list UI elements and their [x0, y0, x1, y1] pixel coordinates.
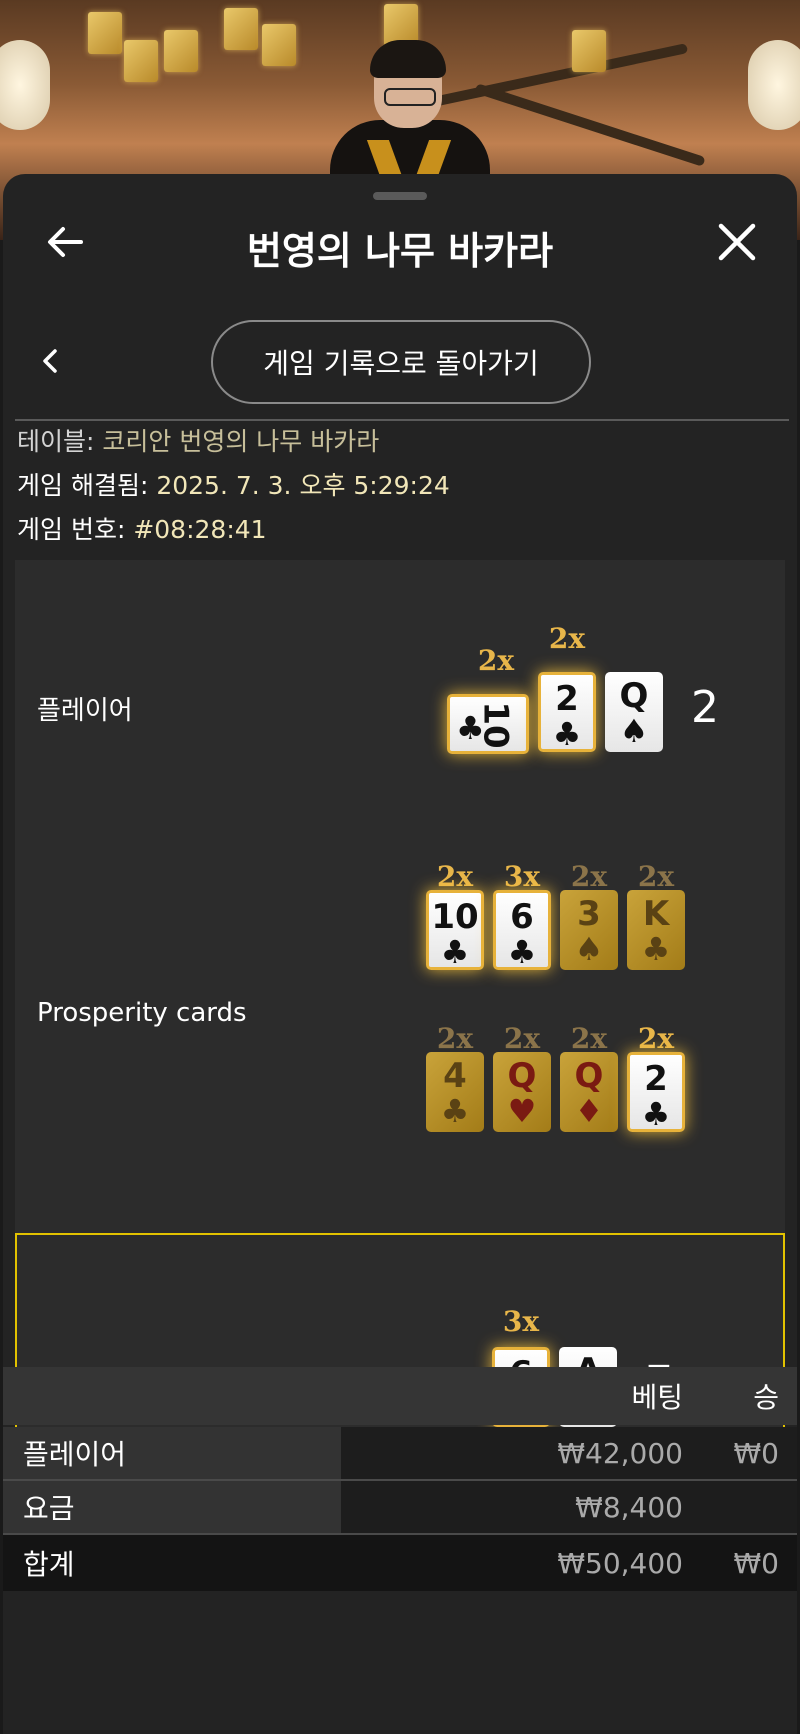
multiplier: 2x	[548, 622, 586, 655]
row-bet: ₩50,400	[557, 1546, 683, 1580]
row-label: 합계	[23, 1548, 75, 1581]
player-card-3: Q ♠	[605, 672, 663, 752]
row-label: 요금	[3, 1481, 341, 1533]
prosperity-label: Prosperity cards	[37, 998, 247, 1028]
card-suit: ♣	[641, 930, 671, 968]
row-win	[703, 1481, 779, 1533]
tree-branch	[474, 83, 706, 167]
info-resolved: 게임 해결됨: 2025. 7. 3. 오후 5:29:24	[17, 466, 450, 502]
info-game-number: 게임 번호: #08:28:41	[17, 510, 267, 546]
info-label: 테이블:	[17, 427, 95, 456]
multiplier: 2x	[477, 644, 515, 677]
dealer-hair	[370, 40, 446, 78]
card-suit: ♣	[440, 933, 470, 971]
close-icon[interactable]	[715, 220, 759, 264]
row-label: 플레이어	[3, 1427, 341, 1479]
card-rank: 10	[431, 897, 479, 937]
multiplier: 2x	[436, 1022, 474, 1055]
row-win: ₩0	[733, 1436, 780, 1470]
row-win: ₩0	[733, 1546, 780, 1580]
multiplier: 2x	[637, 860, 675, 893]
multiplier: 2x	[570, 1022, 608, 1055]
header-win: 승	[753, 1381, 779, 1414]
drag-handle[interactable]	[373, 192, 427, 200]
table-row-total: 합계 ₩50,400 ₩0	[3, 1535, 797, 1591]
table-row: 플레이어 ₩42,000 ₩0	[3, 1427, 797, 1479]
lantern-right	[748, 40, 800, 130]
dealer-glasses	[384, 88, 436, 106]
info-value: 코리안 번영의 나무 바카라	[102, 427, 380, 456]
gold-charm	[262, 24, 296, 66]
card-rank: 2	[644, 1059, 668, 1099]
gold-charm	[572, 30, 606, 72]
chevron-left-icon[interactable]	[37, 348, 63, 374]
info-label: 게임 해결됨:	[17, 471, 149, 500]
card-rank: K	[642, 894, 670, 934]
card-suit: ♦	[574, 1092, 604, 1130]
prosperity-card: 3 ♠	[560, 890, 618, 970]
card-suit: ♣	[641, 1095, 671, 1133]
prosperity-card: K ♣	[627, 890, 685, 970]
card-rank: 2	[555, 679, 579, 719]
multiplier: 2x	[436, 860, 474, 893]
prosperity-card: Q ♦	[560, 1052, 618, 1132]
divider	[15, 419, 789, 421]
lantern-left	[0, 40, 50, 130]
game-detail-sheet: 번영의 나무 바카라 게임 기록으로 돌아가기 테이블: 코리안 번영의 나무 …	[3, 174, 797, 1734]
row-bet: ₩8,400	[575, 1490, 683, 1524]
multiplier: 2x	[503, 1022, 541, 1055]
page-title: 번영의 나무 바카라	[246, 229, 554, 273]
back-to-history-button[interactable]: 게임 기록으로 돌아가기	[211, 320, 591, 404]
card-suit: ♣	[456, 709, 485, 747]
prosperity-card: 10 ♣	[426, 890, 484, 971]
multiplier: 3x	[502, 1305, 540, 1338]
header-bet: 베팅	[631, 1381, 683, 1414]
player-label: 플레이어	[37, 696, 133, 726]
prosperity-card: Q ♥	[493, 1052, 551, 1132]
multiplier: 2x	[637, 1022, 675, 1055]
table-row: 요금 ₩8,400	[3, 1481, 797, 1533]
player-card-1: 10 ♣	[447, 694, 529, 754]
card-rank: 4	[443, 1056, 467, 1096]
gold-charm	[88, 12, 122, 54]
info-label: 게임 번호:	[17, 515, 126, 544]
gold-charm	[164, 30, 198, 72]
card-rank: Q	[619, 676, 649, 716]
player-card-2: 2 ♣	[538, 672, 596, 753]
card-suit: ♣	[552, 715, 582, 753]
card-rank: 3	[577, 894, 601, 934]
gold-charm	[124, 40, 158, 82]
multiplier: 2x	[570, 860, 608, 893]
info-table: 테이블: 코리안 번영의 나무 바카라	[17, 422, 379, 458]
prosperity-card: 2 ♣	[627, 1052, 685, 1133]
info-value: 2025. 7. 3. 오후 5:29:24	[156, 471, 450, 500]
gold-charm	[224, 8, 258, 50]
card-suit: ♠	[574, 930, 604, 968]
tree-branch	[431, 43, 689, 107]
prosperity-card: 4 ♣	[426, 1052, 484, 1132]
card-suit: ♥	[507, 1092, 537, 1130]
card-rank: 6	[510, 897, 534, 937]
multiplier: 3x	[503, 860, 541, 893]
prosperity-card: 6 ♣	[493, 890, 551, 971]
row-bet: ₩42,000	[557, 1436, 683, 1470]
card-rank: Q	[574, 1056, 604, 1096]
card-suit: ♠	[619, 712, 649, 750]
info-value: #08:28:41	[133, 515, 267, 544]
card-rank: Q	[507, 1056, 537, 1096]
player-score: 2	[691, 682, 719, 733]
card-suit: ♣	[507, 933, 537, 971]
bet-table-header: 베팅 승	[3, 1367, 797, 1425]
card-suit: ♣	[440, 1092, 470, 1130]
